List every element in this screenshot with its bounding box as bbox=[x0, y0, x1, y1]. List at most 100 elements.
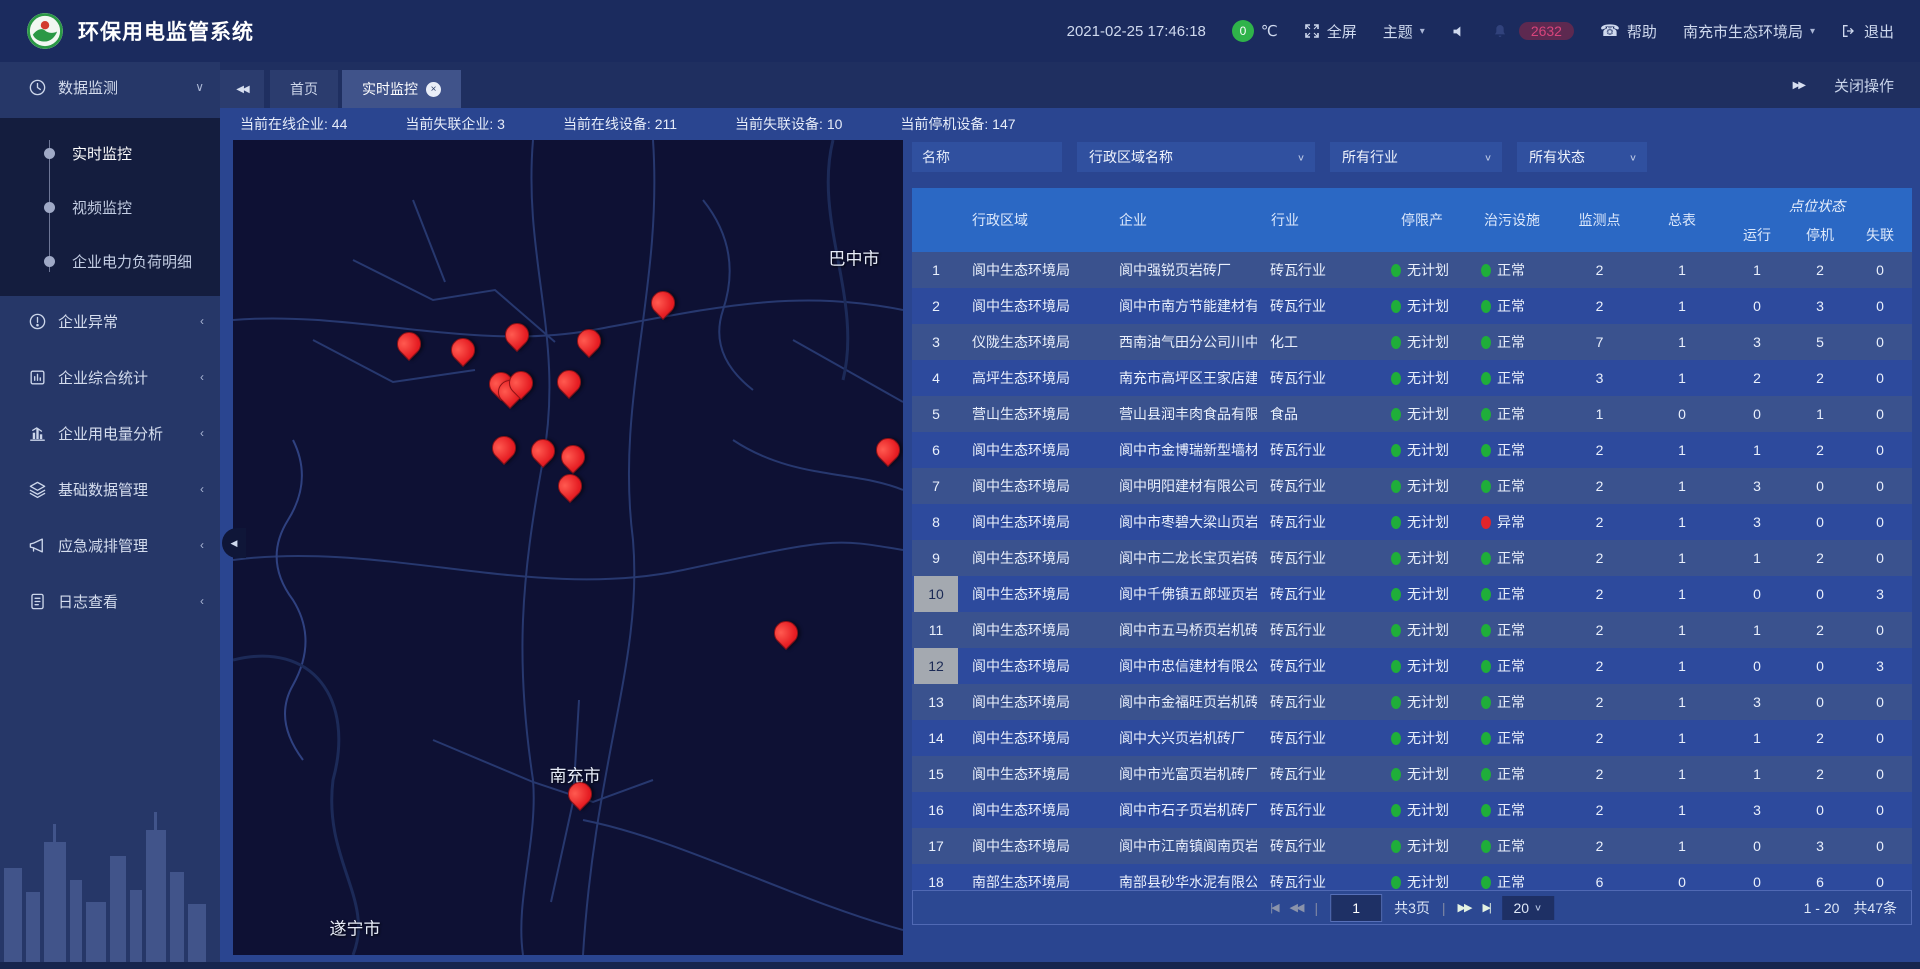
tab-realtime-monitor[interactable]: 实时监控 × bbox=[342, 70, 461, 108]
map-collapse-button[interactable]: ◀ bbox=[222, 528, 246, 558]
table-row[interactable]: 12阆中生态环境局阆中市忠信建材有限公砖瓦行业无计划正常21003 bbox=[912, 648, 1912, 684]
cell-region: 阆中生态环境局 bbox=[964, 540, 1107, 576]
cell-industry: 食品 bbox=[1257, 396, 1377, 432]
stats-icon bbox=[28, 368, 47, 387]
table-row[interactable]: 10阆中生态环境局阆中千佛镇五郎垭页岩砖瓦行业无计划正常21003 bbox=[912, 576, 1912, 612]
table-row[interactable]: 4高坪生态环境局南充市高坪区王家店建砖瓦行业无计划正常31220 bbox=[912, 360, 1912, 396]
cell-lost: 0 bbox=[1848, 504, 1912, 540]
notification-bell[interactable]: 2632 bbox=[1492, 22, 1574, 40]
col-total-meter: 总表 bbox=[1642, 188, 1722, 252]
chevron-left-icon: ‹ bbox=[200, 314, 204, 328]
table-row[interactable]: 9阆中生态环境局阆中市二龙长宝页岩砖砖瓦行业无计划正常21120 bbox=[912, 540, 1912, 576]
chevron-left-icon: ‹ bbox=[200, 482, 204, 496]
page-size-select[interactable]: 20 ∨ bbox=[1502, 896, 1554, 920]
sidebar-item-5[interactable]: 基础数据管理‹ bbox=[0, 464, 220, 514]
cell-running: 3 bbox=[1722, 504, 1792, 540]
table-row[interactable]: 16阆中生态环境局阆中市石子页岩机砖厂砖瓦行业无计划正常21300 bbox=[912, 792, 1912, 828]
cell-stopped: 0 bbox=[1792, 576, 1848, 612]
help-button[interactable]: ☎ 帮助 bbox=[1600, 21, 1657, 42]
cell-total-meter: 0 bbox=[1642, 864, 1722, 890]
tab-home[interactable]: 首页 bbox=[270, 70, 338, 108]
close-operations-button[interactable]: 关闭操作 bbox=[1834, 75, 1894, 96]
sidebar-item-4[interactable]: 企业用电量分析‹ bbox=[0, 408, 220, 458]
sidebar-item-3[interactable]: 企业综合统计‹ bbox=[0, 352, 220, 402]
cell-company: 营山县润丰肉食品有限 bbox=[1107, 396, 1257, 432]
cell-production: 无计划 bbox=[1377, 360, 1467, 396]
table-row[interactable]: 14阆中生态环境局阆中大兴页岩机砖厂砖瓦行业无计划正常21120 bbox=[912, 720, 1912, 756]
fullscreen-button[interactable]: 全屏 bbox=[1304, 21, 1357, 42]
col-monitor-points: 监测点 bbox=[1557, 188, 1642, 252]
sidebar-subitem[interactable]: 实时监控 bbox=[0, 126, 220, 180]
app-header: 环保用电监管系统 2021-02-25 17:46:18 0 ℃ 全屏 主题 ▾ bbox=[0, 0, 1920, 62]
cell-region: 阆中生态环境局 bbox=[964, 612, 1107, 648]
cell-company: 南充市高坪区王家店建 bbox=[1107, 360, 1257, 396]
table-row[interactable]: 7阆中生态环境局阆中明阳建材有限公司砖瓦行业无计划正常21300 bbox=[912, 468, 1912, 504]
cell-total-meter: 1 bbox=[1642, 324, 1722, 360]
cell-region: 阆中生态环境局 bbox=[964, 468, 1107, 504]
sidebar-subitem[interactable]: 企业电力负荷明细 bbox=[0, 234, 220, 288]
sidebar-subitem[interactable]: 视频监控 bbox=[0, 180, 220, 234]
table-row[interactable]: 13阆中生态环境局阆中市金福旺页岩机砖砖瓦行业无计划正常21300 bbox=[912, 684, 1912, 720]
map-panel[interactable]: 巴中市南充市遂宁市 bbox=[233, 140, 903, 955]
cell-industry: 砖瓦行业 bbox=[1257, 432, 1377, 468]
cell-stopped: 6 bbox=[1792, 864, 1848, 890]
table-row[interactable]: 18南部生态环境局南部县砂华水泥有限公砖瓦行业无计划正常60060 bbox=[912, 864, 1912, 890]
cell-facility: 正常 bbox=[1467, 684, 1557, 720]
name-filter-input[interactable] bbox=[912, 142, 1062, 172]
speaker-button[interactable] bbox=[1451, 24, 1466, 39]
tab-close-icon[interactable]: × bbox=[426, 82, 441, 97]
user-dropdown[interactable]: 南充市生态环境局 ▾ bbox=[1683, 21, 1815, 42]
table-row[interactable]: 5营山生态环境局营山县润丰肉食品有限食品无计划正常10010 bbox=[912, 396, 1912, 432]
cell-stopped: 2 bbox=[1792, 432, 1848, 468]
cell-production: 无计划 bbox=[1377, 288, 1467, 324]
theme-dropdown[interactable]: 主题 ▾ bbox=[1383, 21, 1425, 42]
cell-region: 阆中生态环境局 bbox=[964, 684, 1107, 720]
city-label: 遂宁市 bbox=[330, 915, 381, 940]
cell-industry: 砖瓦行业 bbox=[1257, 864, 1377, 890]
cell-industry: 砖瓦行业 bbox=[1257, 360, 1377, 396]
sidebar-item-6[interactable]: 应急减排管理‹ bbox=[0, 520, 220, 570]
table-row[interactable]: 11阆中生态环境局阆中市五马桥页岩机砖砖瓦行业无计划正常21120 bbox=[912, 612, 1912, 648]
sidebar-item-2[interactable]: 企业异常‹ bbox=[0, 296, 220, 346]
cell-facility: 正常 bbox=[1467, 720, 1557, 756]
cell-monitor-points: 2 bbox=[1557, 612, 1642, 648]
temperature-badge: 0 bbox=[1232, 20, 1254, 42]
sidebar-item-1[interactable]: 数据监测∨ bbox=[0, 62, 220, 112]
cell-running: 0 bbox=[1722, 396, 1792, 432]
industry-filter-select[interactable]: 所有行业 ∨ bbox=[1330, 142, 1502, 172]
status-dot-icon bbox=[1481, 480, 1491, 493]
cell-total-meter: 1 bbox=[1642, 792, 1722, 828]
table-row[interactable]: 17阆中生态环境局阆中市江南镇阆南页岩砖瓦行业无计划正常21030 bbox=[912, 828, 1912, 864]
next-page-button[interactable]: ▶▶ bbox=[1458, 901, 1471, 914]
first-page-button[interactable]: |◀ bbox=[1270, 901, 1277, 914]
table-row[interactable]: 6阆中生态环境局阆中市金博瑞新型墙材砖瓦行业无计划正常21120 bbox=[912, 432, 1912, 468]
cell-monitor-points: 7 bbox=[1557, 324, 1642, 360]
table-row[interactable]: 2阆中生态环境局阆中市南方节能建材有砖瓦行业无计划正常21030 bbox=[912, 288, 1912, 324]
sidebar-item-7[interactable]: 日志查看‹ bbox=[0, 576, 220, 626]
tabs-scroll-left-button[interactable]: ◀◀ bbox=[220, 70, 264, 108]
tabs-scroll-right-button[interactable]: ▶▶ bbox=[1793, 80, 1804, 91]
cell-production: 无计划 bbox=[1377, 324, 1467, 360]
cell-stopped: 2 bbox=[1792, 756, 1848, 792]
table-header: 行政区域 企业 行业 停限产 治污设施 监测点 总表 点位状态 运行 停机 失联 bbox=[912, 188, 1912, 252]
cell-facility: 正常 bbox=[1467, 468, 1557, 504]
sidebar-menu: 数据监测∨ 实时监控视频监控企业电力负荷明细企业异常‹ 企业综合统计‹ 企业用电量分析… bbox=[0, 62, 220, 626]
table-row[interactable]: 15阆中生态环境局阆中市光富页岩机砖厂砖瓦行业无计划正常21120 bbox=[912, 756, 1912, 792]
prev-page-button[interactable]: ◀◀ bbox=[1290, 901, 1303, 914]
cell-running: 0 bbox=[1722, 576, 1792, 612]
logout-button[interactable]: 退出 bbox=[1841, 21, 1894, 42]
last-page-button[interactable]: ▶| bbox=[1482, 901, 1489, 914]
table-row[interactable]: 8阆中生态环境局阆中市枣碧大梁山页岩砖瓦行业无计划异常21300 bbox=[912, 504, 1912, 540]
table-row[interactable]: 3仪陇生态环境局西南油气田分公司川中化工无计划正常71350 bbox=[912, 324, 1912, 360]
col-index bbox=[912, 188, 964, 252]
cell-industry: 砖瓦行业 bbox=[1257, 756, 1377, 792]
cell-running: 1 bbox=[1722, 252, 1792, 288]
table-row[interactable]: 1阆中生态环境局阆中强锐页岩砖厂砖瓦行业无计划正常21120 bbox=[912, 252, 1912, 288]
status-dot-icon bbox=[1481, 840, 1491, 853]
page-number-input[interactable] bbox=[1330, 894, 1382, 922]
bottom-edge-strip bbox=[0, 962, 1920, 969]
status-filter-select[interactable]: 所有状态 ∨ bbox=[1517, 142, 1647, 172]
cell-industry: 砖瓦行业 bbox=[1257, 648, 1377, 684]
cell-region: 阆中生态环境局 bbox=[964, 828, 1107, 864]
region-filter-select[interactable]: 行政区域名称 ∨ bbox=[1077, 142, 1315, 172]
